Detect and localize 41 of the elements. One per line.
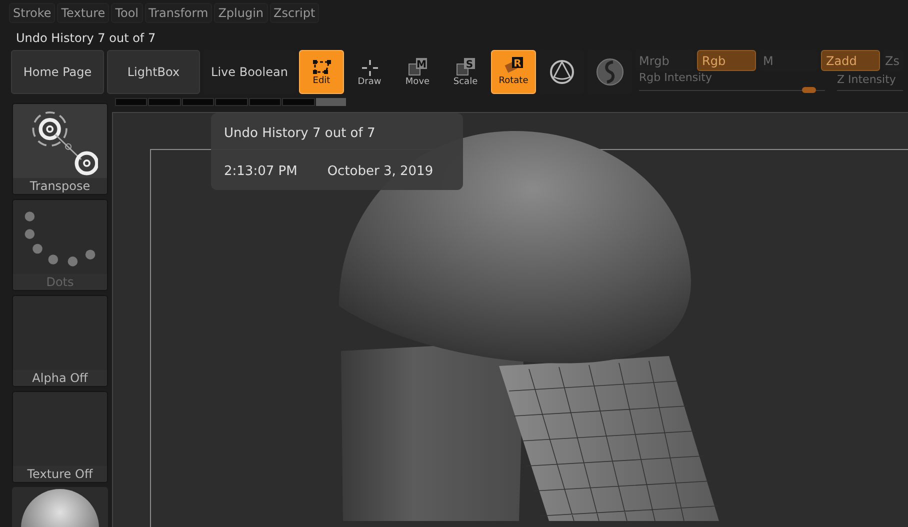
- crosshair-icon: [362, 60, 378, 76]
- menu-item[interactable]: Stroke: [9, 3, 56, 23]
- mode-toggle[interactable]: Rgb: [697, 50, 756, 71]
- menu-item[interactable]: Zplugin: [214, 3, 268, 23]
- undo-step[interactable]: [182, 98, 214, 106]
- tooltip-date: October 3, 2019: [327, 162, 434, 180]
- material-button[interactable]: [12, 487, 108, 527]
- edit-icon: [312, 59, 332, 75]
- undo-step[interactable]: [148, 98, 181, 106]
- toolbar-button[interactable]: LightBox: [107, 50, 200, 94]
- menu-item[interactable]: Transform: [144, 3, 212, 23]
- undo-step[interactable]: [282, 98, 315, 106]
- tooltip-title: Undo History 7 out of 7: [224, 125, 376, 143]
- slider-label: Rgb Intensity: [639, 71, 712, 85]
- tool-button[interactable]: M Move: [395, 50, 440, 94]
- undo-step[interactable]: [115, 98, 148, 106]
- mode-toggle[interactable]: Zadd: [821, 50, 880, 71]
- undo-step[interactable]: [316, 98, 346, 106]
- tool-slot[interactable]: Alpha Off: [12, 295, 108, 387]
- tooltip-time: 2:13:07 PM: [224, 162, 298, 180]
- undo-step[interactable]: [215, 98, 248, 106]
- icon-letter: S: [465, 60, 473, 70]
- menu-item[interactable]: Tool: [111, 3, 142, 23]
- slider-thumb[interactable]: [802, 87, 816, 93]
- rgb-intensity-slider[interactable]: [639, 87, 825, 93]
- tool-slot[interactable]: Transpose: [12, 103, 108, 195]
- tool-slot[interactable]: Texture Off: [12, 391, 108, 483]
- toolbar-button[interactable]: Home Page: [11, 50, 104, 94]
- sphere-icon: [548, 59, 574, 85]
- tool-button[interactable]: Draw: [347, 50, 392, 94]
- slider-label: Z Intensity: [837, 73, 896, 87]
- status-text: Undo History 7 out of 7: [16, 30, 156, 46]
- undo-step[interactable]: [248, 98, 282, 106]
- menu-item[interactable]: Texture: [57, 3, 110, 23]
- icon-letter: R: [513, 58, 521, 70]
- spotlight-icon: [594, 57, 624, 87]
- menu-item[interactable]: Zscript: [270, 3, 320, 23]
- tool-button[interactable]: S Scale: [443, 50, 488, 94]
- tool-button[interactable]: Edit: [299, 50, 344, 94]
- tool-button[interactable]: R Rotate: [491, 50, 536, 94]
- icon-letter: M: [416, 60, 426, 70]
